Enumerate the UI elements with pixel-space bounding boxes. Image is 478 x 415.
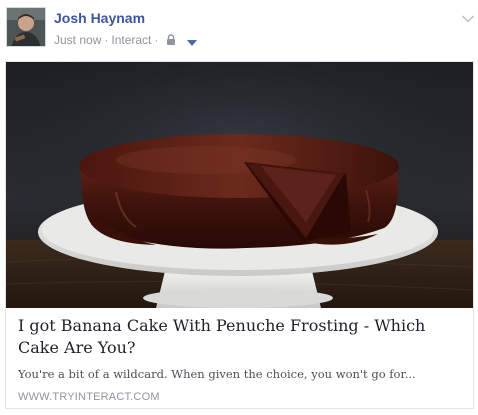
card-description: You're a bit of a wildcard. When given t… bbox=[18, 367, 416, 381]
meta-separator: · bbox=[154, 33, 159, 47]
avatar[interactable] bbox=[6, 7, 46, 47]
author-name-link[interactable]: Josh Haynam bbox=[54, 10, 145, 27]
card-domain: WWW.TRYINTERACT.COM bbox=[18, 391, 160, 403]
post-meta: Just now · Interact · bbox=[54, 33, 198, 47]
app-link[interactable]: Interact bbox=[111, 33, 151, 47]
timestamp[interactable]: Just now bbox=[54, 33, 101, 47]
caret-down-icon[interactable] bbox=[186, 36, 198, 46]
chevron-down-icon[interactable] bbox=[461, 11, 475, 23]
cake-image[interactable] bbox=[6, 62, 473, 308]
card-title[interactable]: I got Banana Cake With Penuche Frosting … bbox=[18, 315, 468, 359]
feed-post: Josh Haynam Just now · Interact · I got … bbox=[0, 0, 478, 415]
lock-icon[interactable] bbox=[166, 34, 176, 46]
meta-separator: · bbox=[104, 33, 109, 47]
link-preview-card[interactable]: I got Banana Cake With Penuche Frosting … bbox=[5, 61, 474, 409]
